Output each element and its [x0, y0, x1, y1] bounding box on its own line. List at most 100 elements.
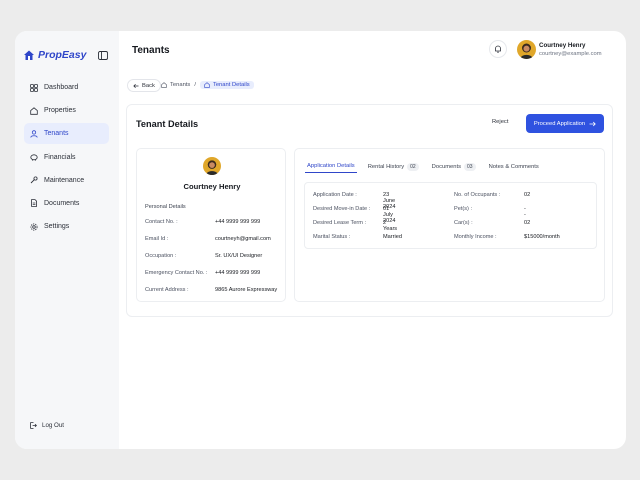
- detail-value: +44 9999 999 999: [215, 219, 261, 225]
- sidebar-item-label: Documents: [44, 199, 80, 207]
- user-name: Courtney Henry: [539, 42, 586, 49]
- tab-label: Application Details: [307, 163, 355, 169]
- detail-label: Emergency Contact No. :: [145, 270, 208, 276]
- application-row: Car(s) : 02: [454, 220, 530, 226]
- detail-value: $15000/month: [524, 234, 560, 240]
- application-row: Application Date : 23 June 2024: [313, 192, 395, 210]
- logout-button[interactable]: Log Out: [30, 422, 64, 429]
- breadcrumb-tenants[interactable]: Tenants: [161, 82, 190, 88]
- proceed-label: Proceed Application: [533, 120, 586, 127]
- logo-text: PropEasy: [38, 49, 87, 61]
- detail-label: Monthly Income :: [454, 234, 497, 240]
- sidebar-item-financials[interactable]: Financials: [24, 147, 109, 168]
- sidebar-item-label: Maintenance: [44, 176, 85, 184]
- breadcrumb-label: Tenant Details: [212, 82, 250, 88]
- application-row: Marital Status : Married: [313, 234, 402, 240]
- sidebar-nav: Dashboard Properties Tenants Financials …: [24, 77, 109, 239]
- tenant-details-card: Tenant Details Reject Proceed Applicatio…: [126, 104, 613, 317]
- detail-label: Contact No. :: [145, 219, 178, 225]
- logo[interactable]: PropEasy: [23, 49, 86, 61]
- sidebar: PropEasy Dashboard Properties Tenants Fi…: [15, 31, 119, 449]
- avatar[interactable]: [517, 40, 536, 59]
- tab-rental-history[interactable]: Rental History 02: [366, 160, 421, 173]
- tenant-avatar-image: [203, 157, 221, 175]
- reject-button[interactable]: Reject: [492, 119, 508, 125]
- application-row: Desired Lease Term : 2 Years: [313, 220, 397, 232]
- detail-value: 2 Years: [383, 220, 398, 232]
- avatar: [203, 157, 221, 175]
- breadcrumb-tenant-details[interactable]: Tenant Details: [199, 81, 254, 89]
- sidebar-item-label: Financials: [44, 153, 76, 161]
- detail-row-emergency-contact: Emergency Contact No. : +44 9999 999 999: [145, 270, 285, 276]
- sidebar-toggle-icon[interactable]: [98, 51, 108, 60]
- logout-icon: [30, 422, 37, 429]
- detail-row-email: Email Id : courtneyh@gmail.com: [145, 236, 285, 242]
- user-icon: [30, 130, 38, 138]
- application-row: Desired Move-in Date : 01 July 2024: [313, 206, 395, 224]
- application-row: Monthly Income : $15000/month: [454, 234, 560, 240]
- detail-row-contact: Contact No. : +44 9999 999 999: [145, 219, 285, 225]
- tab-label: Notes & Comments: [488, 163, 539, 170]
- house-logo-icon: [24, 50, 34, 60]
- tab-label: Rental History: [367, 163, 405, 170]
- tab-application-details[interactable]: Application Details: [305, 160, 357, 173]
- arrow-left-icon: [133, 83, 139, 88]
- gear-icon: [30, 223, 38, 231]
- application-row: Pet(s) : --: [454, 206, 526, 218]
- detail-label: No. of Occupants :: [454, 192, 501, 198]
- tab-count-badge: 03: [464, 162, 476, 171]
- app-window: PropEasy Dashboard Properties Tenants Fi…: [15, 31, 626, 449]
- detail-label: Car(s) :: [454, 220, 473, 226]
- detail-label: Email Id :: [145, 236, 169, 242]
- sidebar-item-tenants[interactable]: Tenants: [24, 123, 109, 145]
- breadcrumb-separator: /: [194, 82, 196, 88]
- back-label: Back: [142, 82, 155, 89]
- document-icon: [31, 199, 37, 208]
- detail-value: Sr. UX/UI Designer: [215, 253, 263, 259]
- home-icon: [161, 82, 167, 88]
- arrow-right-icon: [589, 121, 596, 126]
- sidebar-item-label: Tenants: [44, 130, 69, 138]
- sidebar-item-dashboard[interactable]: Dashboard: [24, 77, 109, 98]
- proceed-application-button[interactable]: Proceed Application: [526, 114, 604, 133]
- sidebar-item-label: Dashboard: [44, 84, 79, 91]
- detail-value: 02: [524, 220, 531, 226]
- tabs-card: Application Details Rental History 02 Do…: [294, 148, 605, 302]
- profile-card: Courtney Henry Personal Details Contact …: [136, 148, 286, 302]
- detail-label: Current Address :: [145, 287, 189, 293]
- detail-row-address: Current Address : 9865 Aurore Expressway: [145, 287, 285, 293]
- section-title: Tenant Details: [136, 119, 199, 129]
- personal-details-title: Personal Details: [145, 204, 186, 210]
- tab-documents[interactable]: Documents 03: [430, 160, 478, 173]
- notifications-button[interactable]: [489, 40, 507, 58]
- sidebar-item-maintenance[interactable]: Maintenance: [24, 170, 109, 191]
- piggy-bank-icon: [30, 154, 38, 161]
- back-button[interactable]: Back: [127, 79, 161, 92]
- detail-label: Desired Move-in Date :: [313, 206, 371, 212]
- breadcrumb: Tenants / Tenant Details: [161, 81, 254, 89]
- detail-value: 02: [524, 192, 531, 198]
- detail-label: Marital Status :: [313, 234, 351, 240]
- tab-bar: Application Details Rental History 02 Do…: [305, 160, 550, 173]
- sidebar-item-properties[interactable]: Properties: [24, 100, 109, 121]
- logout-label: Log Out: [42, 422, 65, 429]
- tab-count-badge: 02: [407, 162, 419, 171]
- detail-row-occupation: Occupation : Sr. UX/UI Designer: [145, 253, 285, 259]
- tab-notes-comments[interactable]: Notes & Comments: [487, 160, 541, 173]
- detail-value: 9865 Aurore Expressway: [215, 287, 278, 293]
- detail-label: Pet(s) :: [454, 206, 473, 212]
- application-row: No. of Occupants : 02: [454, 192, 530, 198]
- dashboard-icon: [30, 83, 38, 92]
- home-icon: [30, 106, 38, 115]
- detail-label: Application Date :: [313, 192, 357, 198]
- sidebar-item-settings[interactable]: Settings: [24, 216, 109, 237]
- detail-value: --: [524, 206, 526, 218]
- bell-icon: [495, 45, 501, 53]
- detail-label: Desired Lease Term :: [313, 220, 367, 226]
- home-icon: [204, 82, 210, 88]
- user-email: courtney@example.com: [539, 51, 602, 57]
- detail-value: +44 9999 999 999: [215, 270, 261, 276]
- wrench-icon: [30, 176, 38, 184]
- breadcrumb-label: Tenants: [170, 82, 191, 88]
- sidebar-item-documents[interactable]: Documents: [24, 193, 109, 214]
